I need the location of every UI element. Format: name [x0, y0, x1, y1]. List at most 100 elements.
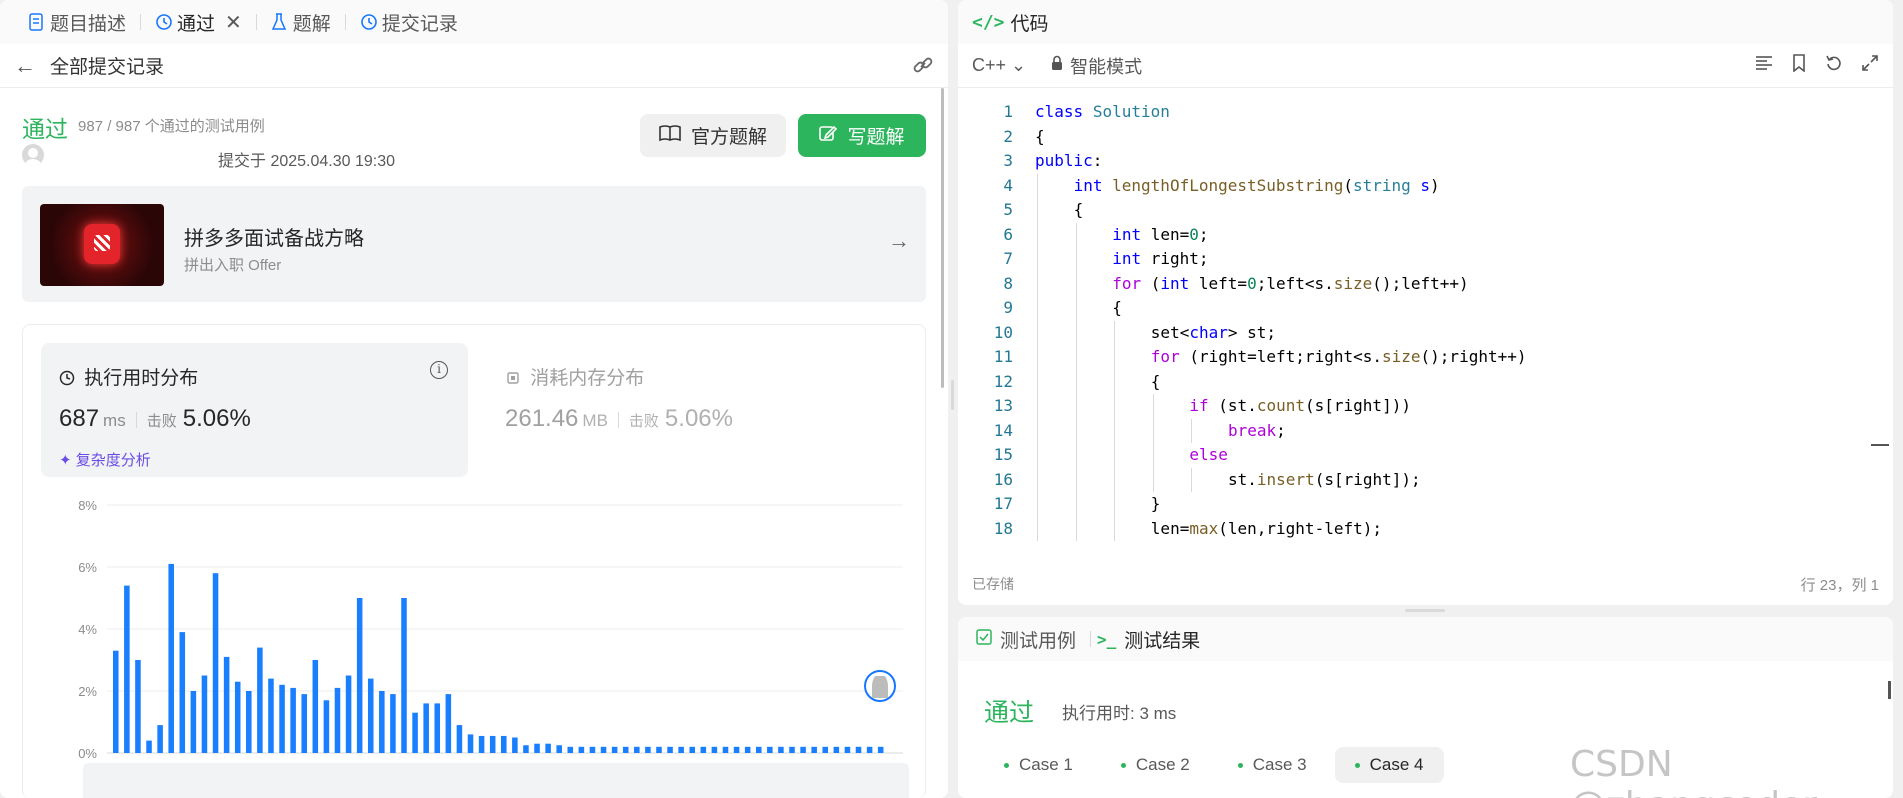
chart-bar[interactable] [190, 691, 197, 753]
chart-bar[interactable] [113, 650, 119, 753]
fullscreen-icon[interactable] [1861, 54, 1879, 78]
chart-bar[interactable] [367, 678, 374, 753]
chart-bar[interactable] [234, 681, 241, 753]
chart-bar[interactable] [822, 746, 829, 753]
chart-bar[interactable] [345, 675, 352, 754]
chart-bar[interactable] [445, 694, 452, 753]
chart-bar[interactable] [744, 746, 751, 753]
tab-description[interactable]: 题目描述 [20, 0, 134, 44]
tab-testcases[interactable]: 测试用例 [976, 626, 1076, 653]
chart-bar[interactable] [423, 703, 429, 753]
share-link-icon[interactable] [912, 54, 934, 82]
chart-bar[interactable] [589, 746, 596, 753]
chart-bar[interactable] [622, 746, 629, 753]
chart-bar[interactable] [312, 660, 319, 753]
chart-bar[interactable] [412, 712, 418, 753]
chart-bar[interactable] [733, 746, 740, 753]
promo-banner[interactable]: 拼多多面试备战方略 拼出入职 Offer → [22, 186, 926, 302]
chart-bar[interactable] [656, 746, 662, 753]
chart-bar[interactable] [268, 678, 274, 753]
chart-bar[interactable] [512, 737, 518, 754]
horizontal-splitter[interactable] [1405, 609, 1445, 612]
language-select[interactable]: C++ ⌄ [972, 55, 1026, 76]
chart-bar[interactable] [124, 585, 130, 753]
chart-bar[interactable] [755, 746, 762, 753]
chart-bar[interactable] [722, 746, 729, 753]
chart-bar[interactable] [501, 735, 507, 753]
chart-bar[interactable] [223, 656, 230, 753]
chart-bar[interactable] [179, 632, 186, 753]
close-icon[interactable]: ✕ [225, 10, 242, 35]
tab-test-result[interactable]: >_ 测试结果 [1097, 626, 1200, 653]
chart-bar[interactable] [767, 746, 773, 753]
chart-overview-strip[interactable] [83, 763, 909, 798]
chart-bar[interactable] [390, 694, 396, 753]
chart-bar[interactable] [489, 735, 496, 753]
case-tab[interactable]: Case 1 [984, 747, 1093, 783]
reset-icon[interactable] [1825, 54, 1843, 78]
chart-bar[interactable] [301, 694, 307, 753]
chart-bar[interactable] [456, 725, 463, 753]
chart-bar[interactable] [434, 703, 441, 753]
tab-solutions[interactable]: 题解 [263, 0, 339, 44]
chart-bar[interactable] [401, 598, 407, 753]
chart-bar[interactable] [645, 746, 651, 753]
chart-bar[interactable] [833, 746, 840, 753]
chart-bar[interactable] [478, 735, 485, 753]
case-tab[interactable]: Case 3 [1218, 747, 1327, 783]
code-editor[interactable]: 1 class Solution 2{3 public: 4 int lengthOfLo… [958, 100, 1893, 545]
chart-bar[interactable] [567, 746, 574, 753]
back-arrow-icon[interactable]: ← [14, 53, 36, 79]
chart-bar[interactable] [667, 746, 673, 753]
chart-bar[interactable] [866, 746, 873, 753]
chart-bar[interactable] [356, 598, 363, 753]
runtime-distribution-chart[interactable]: 8%6%4%2%0%12ms22ms32ms42ms55ms74ms [23, 485, 927, 765]
info-icon[interactable]: i [430, 361, 448, 379]
complexity-analysis-link[interactable]: ✦ 复杂度分析 [59, 449, 151, 470]
chart-bar[interactable] [877, 746, 884, 753]
chart-bar[interactable] [545, 743, 551, 753]
chart-bar[interactable] [467, 734, 474, 753]
case-tab[interactable]: Case 2 [1101, 747, 1210, 783]
format-icon[interactable] [1755, 54, 1773, 78]
scrollbar[interactable] [1888, 681, 1891, 699]
chart-bar[interactable] [778, 746, 784, 753]
chart-bar[interactable] [279, 684, 285, 753]
chart-bar[interactable] [800, 746, 806, 753]
scrollbar[interactable] [941, 88, 944, 388]
chart-bar[interactable] [334, 687, 341, 753]
chart-bar[interactable] [678, 746, 684, 753]
chart-bar[interactable] [811, 746, 817, 753]
tab-accepted[interactable]: 通过 ✕ [147, 0, 250, 44]
chart-bar[interactable] [689, 746, 695, 753]
chart-bar[interactable] [634, 746, 640, 753]
chart-bar[interactable] [135, 660, 141, 753]
vertical-splitter[interactable] [951, 380, 954, 410]
chart-bar[interactable] [257, 647, 263, 753]
chart-bar[interactable] [534, 743, 540, 753]
all-submissions-link[interactable]: 全部提交记录 [50, 52, 164, 79]
user-position-avatar[interactable] [864, 670, 896, 702]
chart-bar[interactable] [157, 725, 163, 753]
case-tab[interactable]: Case 4 [1334, 747, 1444, 783]
memory-stats-title[interactable]: 消耗内存分布 [505, 363, 644, 390]
chart-bar[interactable] [855, 746, 862, 753]
chart-bar[interactable] [290, 687, 296, 753]
chart-bar[interactable] [711, 746, 718, 753]
write-solution-button[interactable]: 写题解 [798, 114, 926, 157]
chart-bar[interactable] [201, 675, 208, 754]
chart-bar[interactable] [523, 745, 529, 753]
chart-bar[interactable] [578, 746, 585, 753]
chart-bar[interactable] [146, 740, 152, 753]
tab-submissions[interactable]: 提交记录 [352, 0, 466, 44]
chart-bar[interactable] [212, 573, 219, 753]
chart-bar[interactable] [600, 746, 607, 753]
chart-bar[interactable] [379, 691, 385, 753]
runtime-stats-box[interactable]: 执行用时分布 i 687 ms 击败 5.06% ✦ 复杂度分析 [41, 343, 468, 477]
chart-bar[interactable] [246, 691, 252, 753]
chart-bar[interactable] [323, 700, 330, 753]
official-solution-button[interactable]: 官方题解 [640, 114, 786, 157]
chart-bar[interactable] [611, 746, 618, 753]
chart-bar[interactable] [700, 746, 707, 753]
chart-bar[interactable] [556, 745, 562, 753]
